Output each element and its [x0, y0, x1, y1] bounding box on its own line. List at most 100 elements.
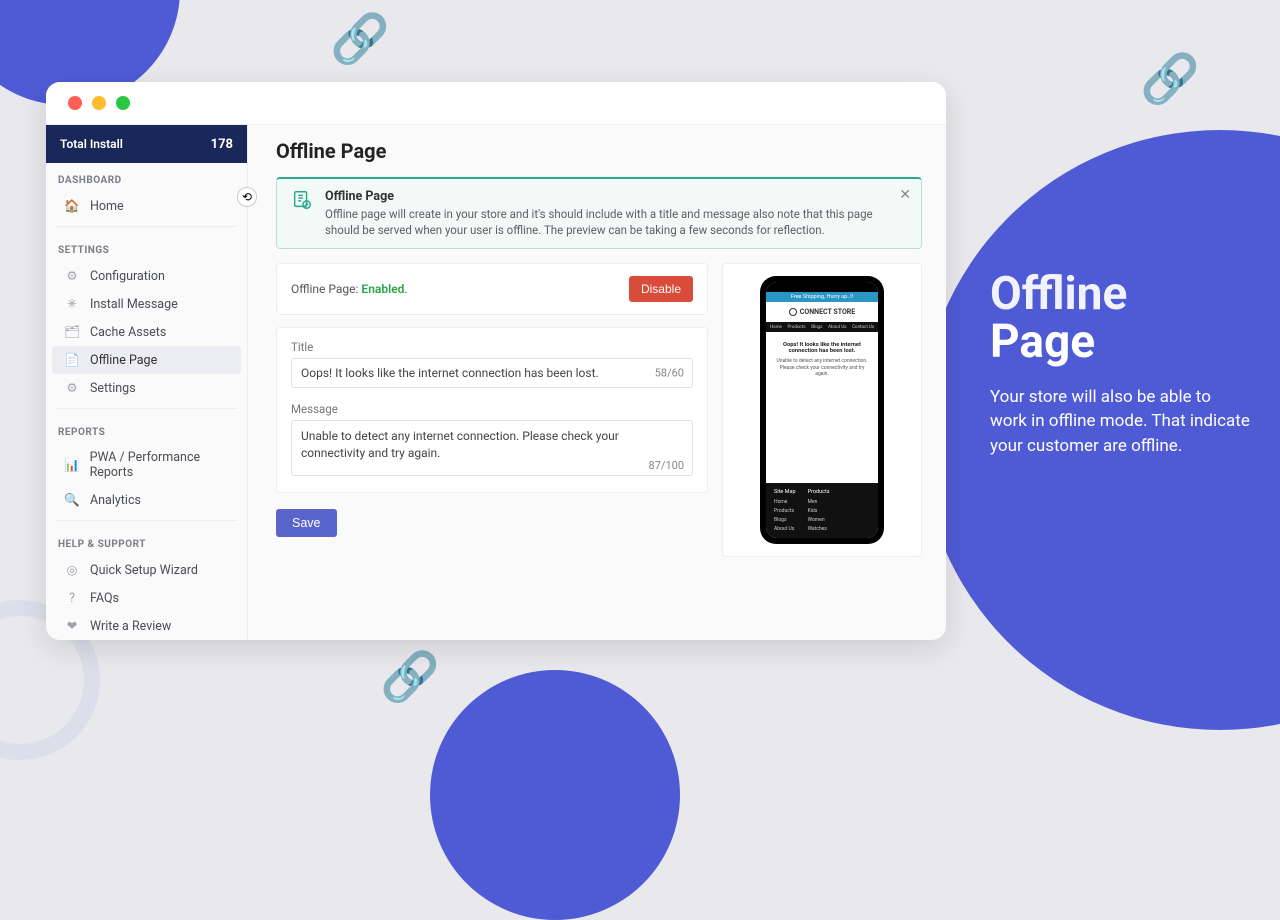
wizard-icon: ◎ — [64, 562, 80, 578]
status-card: Offline Page: Enabled. Disable — [276, 263, 708, 315]
preview-card: Free Shipping, Hurry up..!! CONNECT STOR… — [722, 263, 922, 557]
window-maximize-dot[interactable] — [116, 96, 130, 110]
sidebar-item-analytics[interactable]: 🔍 Analytics — [52, 486, 241, 514]
phone-footer-link: Blogs — [774, 517, 796, 523]
phone-nav-item: Blogs — [811, 325, 822, 330]
chart-icon: 📊 — [64, 457, 80, 473]
window-close-dot[interactable] — [68, 96, 82, 110]
phone-frame: Free Shipping, Hurry up..!! CONNECT STOR… — [760, 276, 884, 544]
phone-nav-item: Home — [770, 325, 782, 330]
sidebar-item-settings[interactable]: ⚙ Settings — [52, 374, 241, 402]
promo-heading: Offline Page — [990, 270, 1250, 367]
bg-link-icon: 🔗 — [380, 648, 440, 705]
title-counter: 58/60 — [655, 367, 684, 380]
heart-icon: ❤ — [64, 618, 80, 634]
phone-store-header: CONNECT STORE — [766, 302, 878, 322]
sidebar-item-configuration[interactable]: ⚙ Configuration — [52, 262, 241, 290]
phone-footer-link: About Us — [774, 526, 796, 532]
section-heading-dashboard: DASHBOARD — [46, 163, 247, 192]
store-name: CONNECT STORE — [800, 308, 855, 316]
sidebar-collapse-button[interactable]: ⟲ — [237, 187, 257, 207]
status-value: Enabled — [361, 282, 404, 296]
install-label: Total Install — [60, 137, 123, 151]
phone-statusbar — [766, 282, 878, 292]
section-heading-settings: SETTINGS — [46, 233, 247, 262]
info-callout: Offline Page Offline page will create in… — [276, 177, 922, 249]
analytics-icon: 🔍 — [64, 492, 80, 508]
phone-offline-msg: Unable to detect any internet connection… — [774, 358, 870, 378]
cache-icon: 🗂 — [64, 324, 80, 340]
promo-body: Your store will also be able to work in … — [990, 385, 1250, 459]
message-label: Message — [291, 402, 693, 416]
close-icon[interactable]: ✕ — [899, 187, 911, 203]
sidebar-item-label: Quick Setup Wizard — [90, 563, 198, 578]
main-content: Offline Page Offline Page Offline page w… — [248, 125, 946, 640]
sidebar-item-label: Home — [90, 199, 124, 214]
phone-footer-link: Products — [774, 508, 796, 514]
divider — [56, 520, 237, 521]
sidebar-item-faqs[interactable]: ? FAQs — [52, 584, 241, 612]
phone-footer-link: Men — [808, 499, 830, 505]
message-counter: 87/100 — [649, 459, 684, 472]
divider — [56, 408, 237, 409]
gear-icon: ✳ — [64, 296, 80, 312]
sidebar-item-quick-setup[interactable]: ◎ Quick Setup Wizard — [52, 556, 241, 584]
phone-nav-item: Contact Us — [852, 325, 874, 330]
sidebar-item-label: FAQs — [90, 591, 119, 606]
window-minimize-dot[interactable] — [92, 96, 106, 110]
help-icon: ? — [64, 590, 80, 606]
sidebar-item-label: Analytics — [90, 493, 141, 508]
status-prefix: Offline Page: — [291, 282, 358, 296]
section-heading-help: HELP & SUPPORT — [46, 527, 247, 556]
sidebar-item-install-message[interactable]: ✳ Install Message — [52, 290, 241, 318]
sidebar-item-offline-page[interactable]: 📄 Offline Page — [52, 346, 241, 374]
phone-promo-banner: Free Shipping, Hurry up..!! — [766, 292, 878, 302]
title-input[interactable] — [291, 358, 693, 388]
bg-link-icon: 🔗 — [1140, 50, 1200, 107]
window-titlebar — [46, 82, 946, 125]
status-text: Offline Page: Enabled. — [291, 282, 408, 296]
sidebar-item-home[interactable]: 🏠 Home — [52, 192, 241, 220]
phone-nav: Home Products Blogs About Us Contact Us — [766, 322, 878, 332]
info-title: Offline Page — [325, 189, 907, 204]
title-label: Title — [291, 340, 693, 354]
install-count: 178 — [211, 137, 233, 152]
phone-offline-title: Oops! It looks like the internet connect… — [774, 342, 870, 354]
message-input[interactable] — [291, 420, 693, 476]
settings-icon: ⚙ — [64, 380, 80, 396]
install-count-banner: Total Install 178 — [46, 125, 247, 163]
app-window: Total Install 178 DASHBOARD 🏠 Home ⟲ SET… — [46, 82, 946, 640]
bg-link-icon: 🔗 — [330, 10, 390, 67]
save-button[interactable]: Save — [276, 509, 337, 537]
phone-nav-item: Products — [788, 325, 806, 330]
phone-footer: Site Map Home Products Blogs About Us Pr… — [766, 483, 878, 538]
page-title: Offline Page — [276, 139, 922, 163]
phone-footer-head: Site Map — [774, 489, 796, 495]
bg-blob — [430, 670, 680, 920]
page-offline-icon — [291, 189, 313, 211]
sidebar-item-pwa-reports[interactable]: 📊 PWA / Performance Reports — [52, 444, 241, 486]
sidebar-item-label: Settings — [90, 381, 136, 396]
phone-footer-head: Products — [808, 489, 830, 495]
sidebar-item-label: Cache Assets — [90, 325, 166, 340]
disable-button[interactable]: Disable — [629, 276, 693, 302]
config-icon: ⚙ — [64, 268, 80, 284]
sidebar-item-label: Install Message — [90, 297, 178, 312]
sidebar-item-label: PWA / Performance Reports — [90, 450, 229, 480]
phone-footer-link: Watches — [808, 526, 830, 532]
form-card: Title 58/60 Message 87/100 — [276, 327, 708, 493]
phone-nav-item: About Us — [828, 325, 846, 330]
info-desc: Offline page will create in your store a… — [325, 206, 907, 238]
section-heading-reports: REPORTS — [46, 415, 247, 444]
sidebar-item-cache-assets[interactable]: 🗂 Cache Assets — [52, 318, 241, 346]
sidebar-item-write-review[interactable]: ❤ Write a Review — [52, 612, 241, 640]
phone-body: Oops! It looks like the internet connect… — [766, 332, 878, 483]
phone-footer-link: Women — [808, 517, 830, 523]
store-logo-icon — [789, 308, 797, 316]
divider — [56, 226, 237, 227]
sidebar-item-label: Write a Review — [90, 619, 171, 634]
sidebar-item-label: Offline Page — [90, 353, 157, 368]
sidebar-item-label: Configuration — [90, 269, 165, 284]
sidebar: Total Install 178 DASHBOARD 🏠 Home ⟲ SET… — [46, 125, 248, 640]
promo-copy: Offline Page Your store will also be abl… — [990, 270, 1250, 459]
